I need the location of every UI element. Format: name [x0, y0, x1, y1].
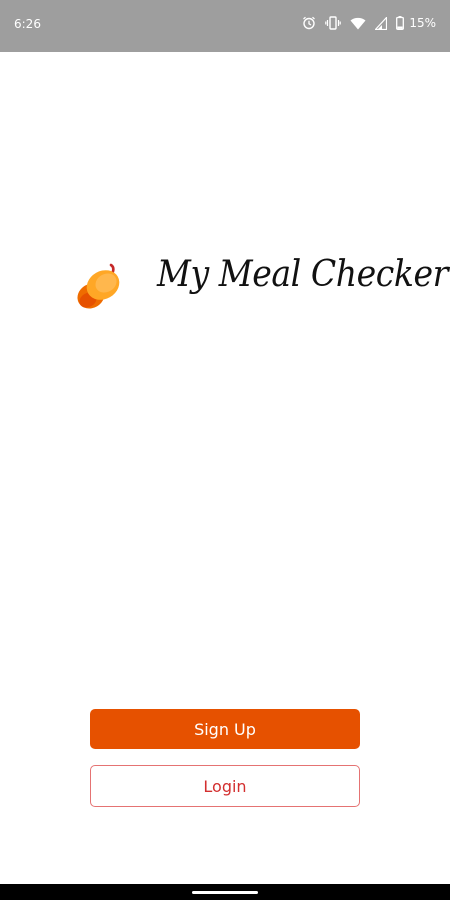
- login-button[interactable]: Login: [90, 765, 360, 807]
- status-time: 6:26: [14, 17, 41, 31]
- signal-icon: [375, 16, 388, 30]
- status-bar: 6:26 15%: [0, 0, 450, 52]
- acorn-icon: [77, 263, 120, 309]
- home-handle[interactable]: [192, 891, 258, 894]
- wifi-icon: [350, 17, 366, 30]
- battery-icon: [396, 16, 405, 30]
- vibrate-icon: [325, 16, 342, 30]
- sign-up-button[interactable]: Sign Up: [90, 709, 360, 749]
- app-logo: My Meal Checker: [74, 254, 448, 344]
- battery-percent: 15%: [409, 16, 436, 30]
- status-icons: 15%: [302, 16, 436, 30]
- app-title: My Meal Checker: [157, 254, 448, 295]
- alarm-icon: [302, 16, 316, 30]
- navigation-bar: [0, 884, 450, 900]
